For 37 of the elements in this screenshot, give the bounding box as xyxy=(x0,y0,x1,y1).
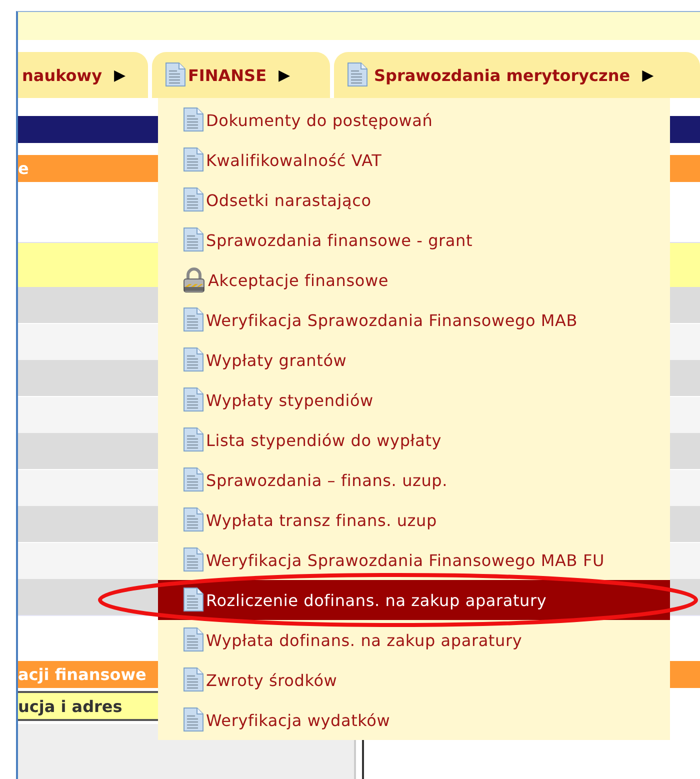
menu-item[interactable]: Lista stypendiów do wypłaty xyxy=(158,420,670,460)
menu-tab[interactable]: FINANSE ▶ xyxy=(152,52,330,98)
document-icon xyxy=(182,427,204,453)
menu-item[interactable]: Akceptacje finansowe xyxy=(158,260,670,300)
menu-item[interactable]: Weryfikacja Sprawozdania Finansowego MAB xyxy=(158,300,670,340)
menu-item[interactable]: Weryfikacja Sprawozdania Finansowego MAB FU xyxy=(158,540,670,580)
menu-item[interactable]: Rozliczenie dofinans. na zakup aparatury xyxy=(158,580,670,620)
menu-item[interactable]: Kwalifikowalność VAT xyxy=(158,140,670,180)
document-icon xyxy=(346,62,368,88)
document-icon xyxy=(164,62,186,88)
document-icon xyxy=(182,587,204,613)
document-icon xyxy=(182,187,204,213)
document-icon xyxy=(182,507,204,533)
menu-item[interactable]: Sprawozdania finansowe - grant xyxy=(158,220,670,260)
document-icon xyxy=(182,347,204,373)
document-icon xyxy=(182,147,204,173)
menu-item[interactable]: Wypłata dofinans. na zakup aparatury xyxy=(158,620,670,660)
padlock-icon xyxy=(182,267,206,293)
menu-item[interactable]: Sprawozdania – finans. uzup. xyxy=(158,460,670,500)
menu-item[interactable]: Odsetki narastająco xyxy=(158,180,670,220)
menu-item[interactable]: Dokumenty do postępowań xyxy=(158,100,670,140)
menu-item[interactable]: Wypłaty grantów xyxy=(158,340,670,380)
document-icon xyxy=(182,467,204,493)
document-icon xyxy=(182,387,204,413)
document-icon xyxy=(182,627,204,653)
document-icon xyxy=(182,547,204,573)
menu-item[interactable]: Wypłata transz finans. uzup xyxy=(158,500,670,540)
section-title: e xyxy=(18,159,29,178)
menu-tab[interactable]: Sprawozdania merytoryczne ▶ xyxy=(334,52,700,98)
section-title: acji finansowe xyxy=(18,665,146,684)
menu-tab[interactable]: naukowy ▶ xyxy=(18,52,148,98)
document-icon xyxy=(182,667,204,693)
menu-item[interactable]: Wypłaty stypendiów xyxy=(158,380,670,420)
document-icon xyxy=(182,227,204,253)
document-icon xyxy=(182,707,204,733)
document-icon xyxy=(182,107,204,133)
document-icon xyxy=(182,307,204,333)
